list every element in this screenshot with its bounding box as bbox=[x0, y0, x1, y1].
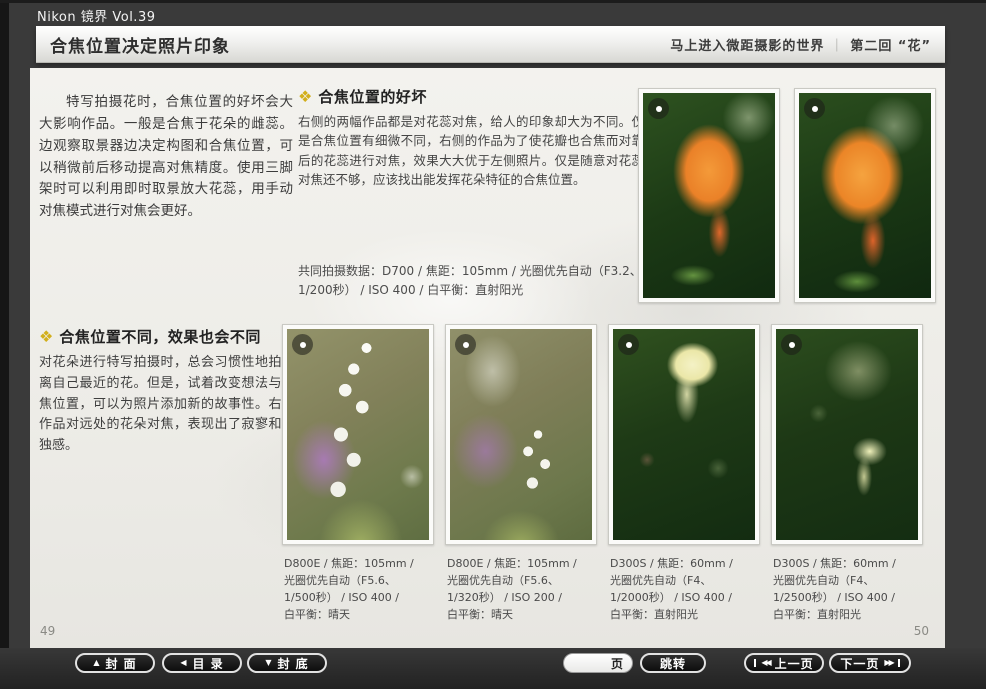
previous-page-label: 上一页 bbox=[775, 655, 814, 672]
window-left-edge bbox=[0, 0, 9, 689]
camera-badge-icon[interactable] bbox=[648, 98, 669, 119]
magazine-page: 特写拍摄花时，合焦位置的好坏会大大影响作品。一般是合焦于花朵的雌蕊。边观察取景器… bbox=[30, 68, 945, 648]
photo-orange-lily-right[interactable] bbox=[794, 88, 936, 303]
skip-bar-icon bbox=[898, 659, 900, 667]
shared-shooting-data: 共同拍摄数据：D700 / 焦距：105mm / 光圈优先自动（F3.2、 1/… bbox=[298, 262, 648, 300]
page-title: 合焦位置决定照片印象 bbox=[50, 32, 230, 57]
section-heading-label: 合焦位置的好坏 bbox=[318, 86, 427, 107]
section-heading-focus-difference: ❖ 合焦位置不同，效果也会不同 bbox=[39, 326, 261, 347]
section-body-focus-quality: 右侧的两幅作品都是对花蕊对焦，给人的印象却大为不同。仅是合焦位置有细微不同，右侧… bbox=[298, 112, 644, 190]
diamond-bullet-icon: ❖ bbox=[39, 329, 53, 345]
photo-lily-of-valley-far-focus[interactable] bbox=[445, 324, 597, 545]
jump-button-label: 跳转 bbox=[660, 655, 686, 672]
section-heading-label: 合焦位置不同，效果也会不同 bbox=[59, 326, 261, 347]
toc-button-label: 目 录 bbox=[192, 655, 223, 672]
camera-badge-icon[interactable] bbox=[618, 334, 639, 355]
brand-label: Nikon 镜界 Vol.39 bbox=[37, 6, 155, 25]
subtitle-series: 马上进入微距摄影的世界 bbox=[670, 39, 824, 54]
camera-badge-icon[interactable] bbox=[781, 334, 802, 355]
viewer-window: Nikon 镜界 Vol.39 合焦位置决定照片印象 马上进入微距摄影的世界 ｜ 第… bbox=[0, 0, 986, 689]
photo-image bbox=[287, 329, 429, 540]
photo-columbine-far-focus[interactable] bbox=[771, 324, 923, 545]
photo-caption: D300S / 焦距：60mm / 光圈优先自动（F4、 1/2000秒） / … bbox=[610, 555, 760, 623]
camera-badge-icon[interactable] bbox=[455, 334, 476, 355]
photo-image bbox=[799, 93, 931, 298]
skip-bar-icon bbox=[754, 659, 756, 667]
camera-badge-icon[interactable] bbox=[804, 98, 825, 119]
photo-caption: D800E / 焦距：105mm / 光圈优先自动（F5.6、 1/500秒） … bbox=[284, 555, 434, 623]
back-cover-button-label: 封 底 bbox=[277, 655, 308, 672]
left-triangle-icon: ◀ bbox=[180, 659, 187, 667]
photo-image bbox=[450, 329, 592, 540]
next-page-label: 下一页 bbox=[840, 655, 879, 672]
photo-image bbox=[776, 329, 918, 540]
jump-button[interactable]: 跳转 bbox=[640, 653, 706, 673]
next-page-button[interactable]: 下一页 ▶▶ bbox=[829, 653, 911, 673]
section-heading-focus-quality: ❖ 合焦位置的好坏 bbox=[298, 86, 427, 107]
diamond-bullet-icon: ❖ bbox=[298, 89, 312, 105]
photo-caption: D800E / 焦距：105mm / 光圈优先自动（F5.6、 1/320秒） … bbox=[447, 555, 597, 623]
intro-paragraph: 特写拍摄花时，合焦位置的好坏会大大影响作品。一般是合焦于花朵的雌蕊。边观察取景器… bbox=[39, 92, 293, 223]
previous-page-button[interactable]: ◀◀ 上一页 bbox=[744, 653, 824, 673]
cover-button[interactable]: ▲ 封 面 bbox=[75, 653, 155, 673]
photo-image bbox=[613, 329, 755, 540]
page-title-bar: 合焦位置决定照片印象 马上进入微距摄影的世界 ｜ 第二回 “花” bbox=[36, 26, 945, 63]
photo-caption: D300S / 焦距：60mm / 光圈优先自动（F4、 1/2500秒） / … bbox=[773, 555, 923, 623]
table-of-contents-button[interactable]: ◀ 目 录 bbox=[162, 653, 242, 673]
back-cover-button[interactable]: ▼ 封 底 bbox=[247, 653, 327, 673]
camera-badge-icon[interactable] bbox=[292, 334, 313, 355]
photo-columbine-near-focus[interactable] bbox=[608, 324, 760, 545]
rewind-arrows-icon: ◀◀ bbox=[761, 659, 769, 667]
page-subtitle: 马上进入微距摄影的世界 ｜ 第二回 “花” bbox=[670, 35, 931, 54]
page-unit-label: 页 bbox=[611, 655, 623, 672]
down-triangle-icon: ▼ bbox=[265, 659, 272, 667]
photo-image bbox=[643, 93, 775, 298]
section-body-focus-difference: 对花朵进行特写拍摄时，总会习惯性地拍摄离自己最近的花。但是，试着改变想法与合焦位… bbox=[39, 353, 295, 457]
photo-orange-lily-left[interactable] bbox=[638, 88, 780, 303]
page-number-input[interactable] bbox=[570, 656, 611, 670]
cover-button-label: 封 面 bbox=[105, 655, 136, 672]
forward-arrows-icon: ▶▶ bbox=[884, 659, 892, 667]
photo-lily-of-valley-near-focus[interactable] bbox=[282, 324, 434, 545]
navigation-bar: ▲ 封 面 ◀ 目 录 ▼ 封 底 页 跳转 ◀◀ 上一页 下一页 ▶▶ bbox=[0, 648, 986, 689]
page-number-left: 49 bbox=[40, 624, 55, 638]
subtitle-separator: ｜ bbox=[830, 39, 844, 54]
subtitle-episode: 第二回 “花” bbox=[850, 39, 931, 54]
window-top-edge bbox=[0, 0, 986, 3]
page-number-field[interactable]: 页 bbox=[563, 653, 633, 673]
page-number-right: 50 bbox=[914, 624, 929, 638]
up-triangle-icon: ▲ bbox=[93, 659, 100, 667]
